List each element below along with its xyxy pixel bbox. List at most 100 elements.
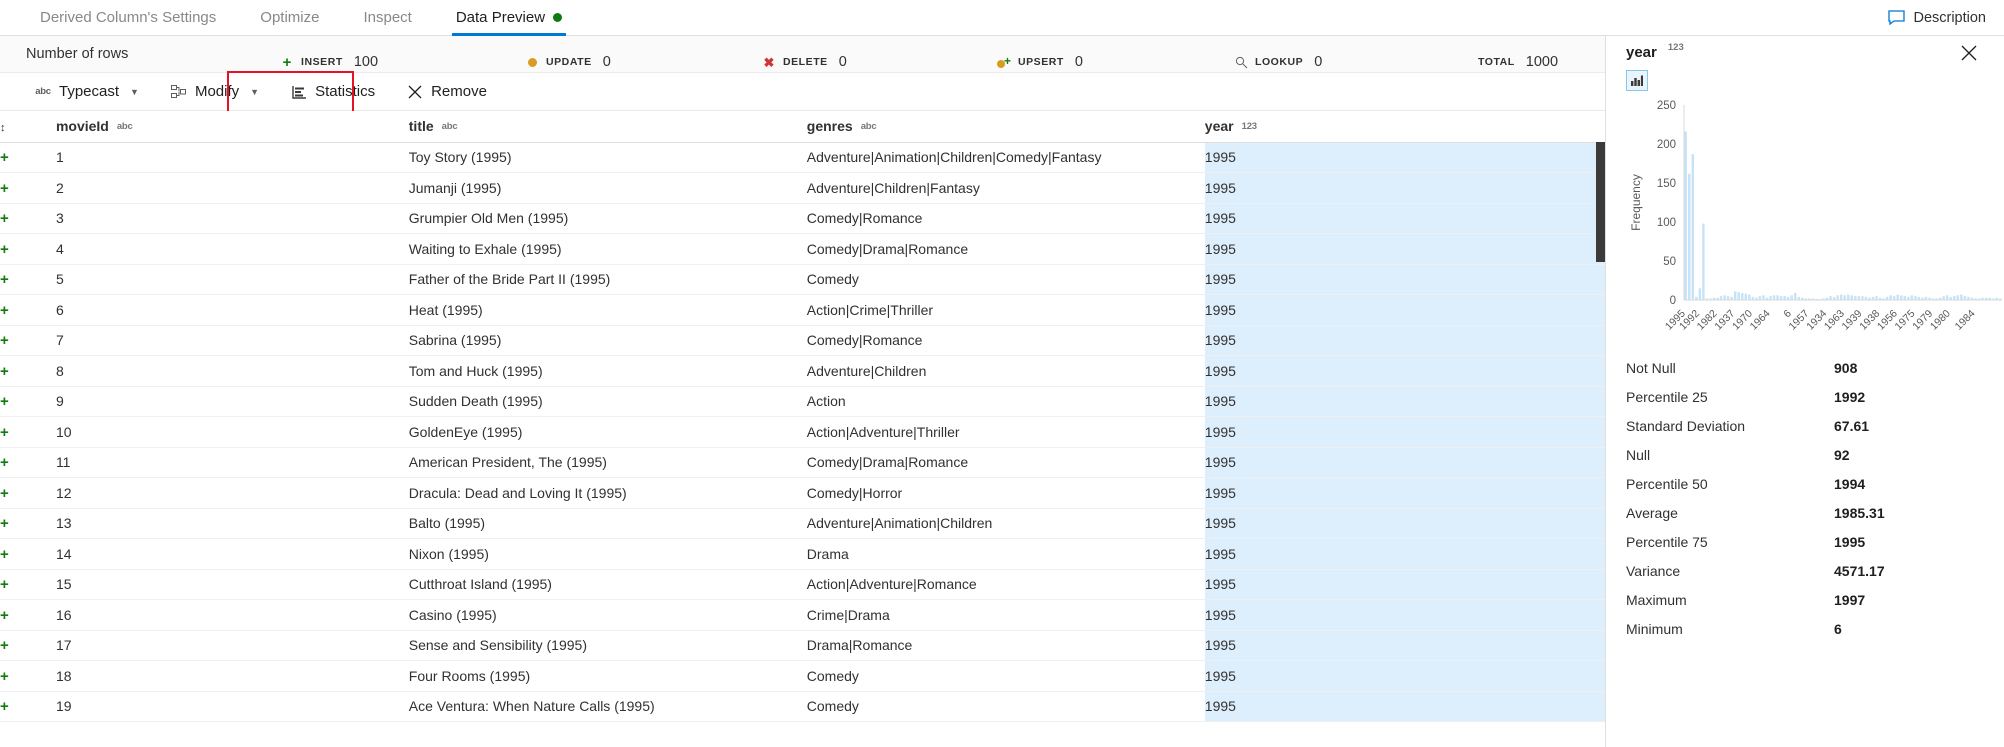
row-add-cell[interactable]: +: [0, 233, 56, 265]
table-row[interactable]: +3 Grumpier Old Men (1995) Comedy|Romance 1…: [0, 203, 1605, 234]
row-add-cell[interactable]: +: [0, 264, 56, 295]
vertical-scrollbar[interactable]: [1596, 142, 1605, 747]
green-plus-icon[interactable]: +: [0, 607, 9, 624]
cell-genres: Comedy: [806, 660, 1205, 692]
row-add-cell[interactable]: +: [0, 538, 56, 570]
histogram-bar: [1762, 295, 1765, 300]
green-plus-icon[interactable]: +: [0, 393, 9, 410]
orange-dot-icon: [525, 55, 539, 69]
row-add-cell[interactable]: +: [0, 508, 56, 539]
row-add-cell[interactable]: +: [0, 172, 56, 204]
green-plus-icon[interactable]: +: [0, 424, 9, 441]
row-add-cell[interactable]: +: [0, 447, 56, 478]
row-add-cell[interactable]: +: [0, 386, 56, 417]
column-header-select[interactable]: ↕: [0, 111, 56, 143]
green-plus-icon[interactable]: +: [0, 302, 9, 319]
tab-data-preview[interactable]: Data Preview: [434, 0, 584, 36]
rowcount-stat-total: TOTAL 1000: [1478, 54, 1558, 70]
column-header-title[interactable]: title abc: [408, 111, 807, 143]
green-plus-icon[interactable]: +: [0, 515, 9, 532]
table-row[interactable]: +8 Tom and Huck (1995) Adventure|Children 1…: [0, 355, 1605, 387]
table-row[interactable]: +16 Casino (1995) Crime|Drama 1995: [0, 599, 1605, 631]
statistic-value: 1994: [1834, 475, 1866, 492]
row-add-cell[interactable]: +: [0, 416, 56, 448]
histogram-bar: [1684, 131, 1687, 300]
row-add-cell[interactable]: +: [0, 294, 56, 326]
histogram-bar: [1942, 296, 1945, 300]
row-add-cell[interactable]: +: [0, 599, 56, 631]
green-plus-icon[interactable]: +: [0, 637, 9, 654]
histogram-toggle-button[interactable]: [1626, 70, 1648, 91]
row-add-cell[interactable]: +: [0, 691, 56, 722]
table-row[interactable]: +17 Sense and Sensibility (1995) Drama|Rom…: [0, 630, 1605, 661]
green-plus-icon[interactable]: +: [0, 363, 9, 380]
histogram-bar: [1779, 296, 1783, 300]
table-row[interactable]: +13 Balto (1995) Adventure|Animation|Child…: [0, 508, 1605, 539]
row-add-cell[interactable]: +: [0, 325, 56, 356]
green-plus-icon[interactable]: +: [0, 332, 9, 349]
green-plus-icon[interactable]: +: [0, 271, 9, 288]
chevron-down-icon[interactable]: ▼: [130, 87, 139, 97]
green-plus-icon[interactable]: +: [0, 241, 9, 258]
modify-button[interactable]: Modify ▼: [160, 78, 270, 105]
green-plus-icon[interactable]: +: [0, 668, 9, 685]
row-add-cell[interactable]: +: [0, 203, 56, 234]
column-header-genres[interactable]: genres abc: [806, 111, 1205, 143]
table-row[interactable]: +11 American President, The (1995) Comedy|…: [0, 447, 1605, 478]
column-header-year[interactable]: year 123: [1204, 111, 1605, 143]
row-add-cell[interactable]: +: [0, 569, 56, 600]
statistic-label: Percentile 25: [1626, 388, 1708, 405]
row-add-cell[interactable]: +: [0, 660, 56, 692]
histogram-bar: [1963, 296, 1967, 300]
green-plus-icon[interactable]: +: [0, 576, 9, 593]
chevron-down-icon[interactable]: ▼: [250, 87, 259, 97]
statistic-label: Null: [1626, 446, 1651, 463]
cell-year: 1995: [1204, 416, 1605, 448]
table-row[interactable]: +14 Nixon (1995) Drama 1995: [0, 538, 1605, 570]
table-row[interactable]: +10 GoldenEye (1995) Action|Adventure|Thri…: [0, 416, 1605, 448]
green-plus-icon[interactable]: +: [0, 210, 9, 227]
statistic-value: 1995: [1834, 533, 1866, 550]
row-add-cell[interactable]: +: [0, 355, 56, 387]
column-header-movieid[interactable]: movieId abc: [55, 111, 409, 143]
table-row[interactable]: +9 Sudden Death (1995) Action 1995: [0, 386, 1605, 417]
statistics-button[interactable]: Statistics: [280, 78, 386, 105]
table-row[interactable]: +19 Ace Ventura: When Nature Calls (1995)…: [0, 691, 1605, 722]
table-row[interactable]: +2 Jumanji (1995) Adventure|Children|Fanta…: [0, 172, 1605, 204]
histogram-bar: [1776, 295, 1779, 300]
typecast-button[interactable]: abc Typecast ▼: [24, 78, 150, 105]
cell-year: 1995: [1204, 447, 1605, 478]
green-plus-icon[interactable]: +: [0, 149, 9, 166]
green-plus-icon[interactable]: +: [0, 454, 9, 471]
cell-genres: Comedy: [806, 691, 1205, 722]
row-add-cell[interactable]: +: [0, 142, 56, 173]
cell-title: Father of the Bride Part II (1995): [408, 264, 807, 295]
row-add-cell[interactable]: +: [0, 477, 56, 509]
green-plus-icon[interactable]: +: [0, 180, 9, 197]
table-row[interactable]: +1 Toy Story (1995) Adventure|Animation|Ch…: [0, 142, 1605, 173]
green-plus-icon[interactable]: +: [0, 546, 9, 563]
table-row[interactable]: +5 Father of the Bride Part II (1995) Come…: [0, 264, 1605, 295]
sort-icon[interactable]: ↕: [0, 123, 6, 134]
green-plus-icon[interactable]: +: [0, 698, 9, 715]
table-row[interactable]: +15 Cutthroat Island (1995) Action|Adventu…: [0, 569, 1605, 600]
tab-inspect[interactable]: Inspect: [341, 0, 433, 35]
close-panel-button[interactable]: [1956, 40, 1982, 66]
green-plus-icon[interactable]: +: [0, 485, 9, 502]
description-button[interactable]: Description: [1888, 10, 1986, 26]
table-row[interactable]: +6 Heat (1995) Action|Crime|Thriller 1995: [0, 294, 1605, 326]
table-row[interactable]: +18 Four Rooms (1995) Comedy 1995: [0, 660, 1605, 692]
tab-optimize[interactable]: Optimize: [238, 0, 341, 35]
histogram-bar: [1744, 293, 1747, 300]
table-row[interactable]: +7 Sabrina (1995) Comedy|Romance 1995: [0, 325, 1605, 356]
tab-derived-column-s-settings[interactable]: Derived Column's Settings: [18, 0, 238, 35]
row-add-cell[interactable]: +: [0, 630, 56, 661]
table-row[interactable]: +4 Waiting to Exhale (1995) Comedy|Drama|R…: [0, 233, 1605, 265]
statistic-label: Standard Deviation: [1626, 417, 1746, 434]
cell-genres: Adventure|Animation|Children|Comedy|Fant…: [806, 142, 1205, 173]
table-row[interactable]: +12 Dracula: Dead and Loving It (1995) Com…: [0, 477, 1605, 509]
remove-button[interactable]: Remove: [396, 78, 498, 105]
scrollbar-thumb[interactable]: [1596, 142, 1605, 262]
cell-genres: Adventure|Animation|Children: [806, 508, 1205, 539]
statistic-row: Maximum 1997: [1626, 585, 1974, 614]
